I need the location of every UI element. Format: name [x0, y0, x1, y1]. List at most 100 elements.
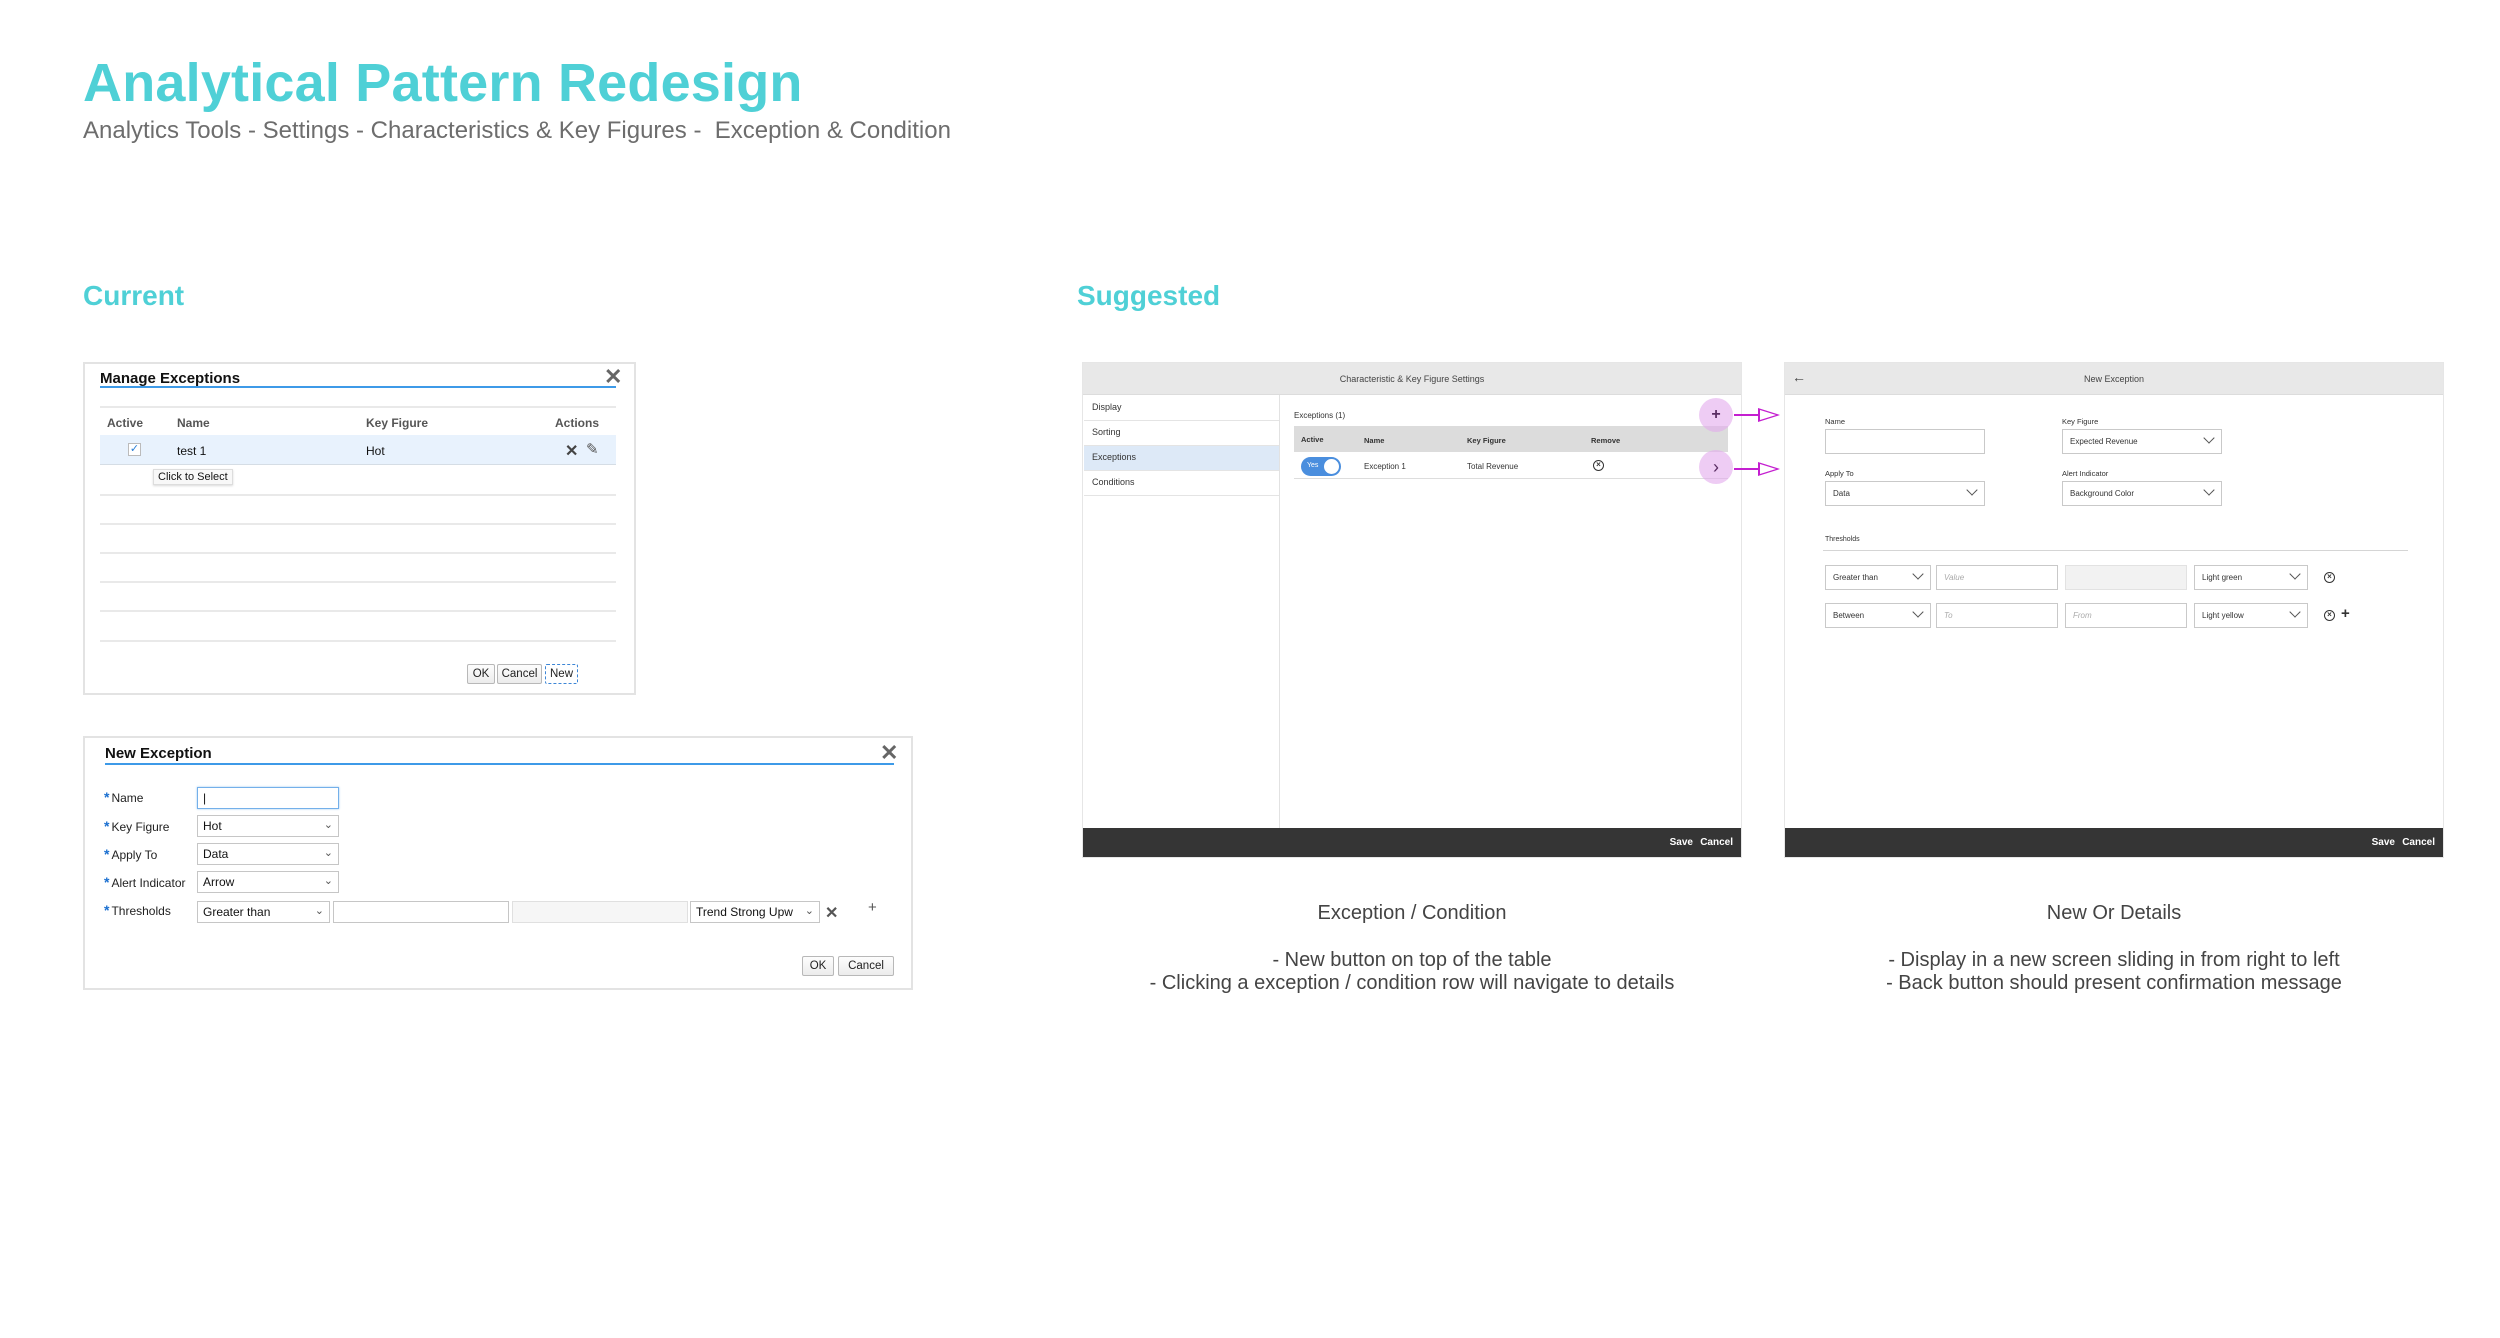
row-name: test 1	[177, 444, 207, 458]
threshold-color-select[interactable]: Light green	[2194, 565, 2308, 590]
title-rule	[105, 763, 894, 765]
settings-panel: Characteristic & Key Figure Settings Dis…	[1082, 362, 1742, 858]
edit-icon[interactable]: ✎	[586, 440, 599, 458]
cancel-button[interactable]: Cancel	[838, 956, 894, 976]
active-toggle[interactable]: Yes	[1301, 457, 1341, 476]
ok-button[interactable]: OK	[467, 664, 495, 684]
caption-bullet: - Display in a new screen sliding in fro…	[1888, 949, 2340, 971]
cancel-button[interactable]: Cancel	[497, 664, 542, 684]
apply-to-label: Apply To	[1825, 469, 1854, 478]
caption-bullet: - New button on top of the table	[1272, 949, 1552, 971]
threshold-color-select[interactable]: Light yellow	[2194, 603, 2308, 628]
delete-icon[interactable]: ✕	[565, 441, 578, 461]
thresholds-label: * Thresholds	[104, 902, 171, 918]
column-header-remove: Remove	[1591, 436, 1621, 445]
alert-indicator-select[interactable]: Arrow ⌄	[197, 871, 339, 893]
threshold-operator-select[interactable]: Between	[1825, 603, 1931, 628]
cancel-button[interactable]: Cancel	[1700, 837, 1733, 848]
nav-item-sorting[interactable]: Sorting	[1084, 421, 1279, 446]
annotation-arrow-head	[1758, 408, 1780, 422]
panel-footer: Save Cancel	[1083, 828, 1741, 857]
nav-item-display[interactable]: Display	[1084, 396, 1279, 421]
row-detail-chevron-icon[interactable]: ›	[1699, 450, 1733, 484]
chevron-down-icon	[1912, 568, 1924, 580]
threshold-value-input[interactable]: Value	[1936, 565, 2058, 590]
title-rule	[100, 386, 616, 388]
key-figure-select[interactable]: Hot ⌄	[197, 815, 339, 837]
chevron-down-icon	[2289, 606, 2301, 618]
chevron-down-icon	[1966, 484, 1978, 496]
page-subtitle: Analytics Tools - Settings - Characteris…	[83, 117, 951, 144]
name-input[interactable]: |	[197, 787, 339, 809]
manage-exceptions-dialog	[83, 362, 636, 695]
threshold-value2-input	[2065, 565, 2187, 590]
panel-header: Characteristic & Key Figure Settings	[1083, 363, 1741, 395]
annotation-arrow-head	[1758, 462, 1780, 476]
row-key-figure: Total Revenue	[1467, 462, 1519, 471]
threshold-operator-select[interactable]: Greater than ⌄	[197, 901, 330, 923]
name-label: Name	[1825, 417, 1846, 426]
alert-indicator-select[interactable]: Background Color	[2062, 481, 2222, 506]
ok-button[interactable]: OK	[802, 956, 834, 976]
key-figure-label: * Key Figure	[104, 818, 170, 834]
remove-threshold-icon[interactable]: ×	[2324, 572, 2335, 583]
save-button[interactable]: Save	[1670, 837, 1693, 848]
name-label: * Name	[104, 789, 144, 805]
panel-title: New Exception	[2083, 373, 2145, 384]
chevron-down-icon: ⌄	[323, 847, 333, 859]
remove-icon[interactable]: ×	[1593, 460, 1604, 471]
new-exception-panel: New Exception ← Name Key Figure Expected…	[1784, 362, 2444, 858]
remove-threshold-icon[interactable]: ✕	[825, 903, 838, 923]
chevron-down-icon: ⌄	[314, 905, 324, 917]
row-key-figure: Hot	[366, 444, 385, 458]
column-header-active: Active	[1301, 435, 1324, 444]
thresholds-divider	[1823, 550, 2408, 551]
add-threshold-icon[interactable]: +	[868, 899, 877, 916]
caption-title: Exception / Condition	[1317, 902, 1507, 924]
panel-footer: Save Cancel	[1785, 828, 2443, 857]
column-header-key-figure: Key Figure	[366, 416, 429, 430]
remove-threshold-icon[interactable]: ×	[2324, 610, 2335, 621]
tooltip: Click to Select	[153, 469, 233, 485]
chevron-down-icon: ⌄	[323, 875, 333, 887]
empty-row-divider	[100, 610, 616, 612]
apply-to-select[interactable]: Data ⌄	[197, 843, 339, 865]
table-header	[1294, 426, 1728, 452]
apply-to-label: * Apply To	[104, 846, 158, 862]
close-icon[interactable]: ✕	[880, 742, 898, 764]
add-threshold-icon[interactable]: +	[2341, 605, 2350, 622]
cancel-button[interactable]: Cancel	[2402, 837, 2435, 848]
caption-bullet: - Back button should present confirmatio…	[1886, 972, 2342, 994]
caption-title: New Or Details	[2046, 902, 2182, 924]
active-checkbox[interactable]: ✓	[128, 443, 141, 456]
chevron-down-icon	[2203, 432, 2215, 444]
column-header-active: Active	[107, 416, 144, 430]
dialog-title: New Exception	[105, 745, 212, 762]
empty-row-divider	[100, 523, 616, 525]
threshold-value-input[interactable]	[333, 901, 509, 923]
divider	[100, 406, 616, 408]
chevron-down-icon: ⌄	[804, 905, 814, 917]
apply-to-select[interactable]: Data	[1825, 481, 1985, 506]
nav-item-exceptions[interactable]: Exceptions	[1084, 446, 1279, 471]
threshold-value2-input	[512, 901, 688, 923]
alert-indicator-label: Alert Indicator	[2062, 469, 2109, 478]
close-icon[interactable]: ✕	[604, 366, 622, 388]
name-input[interactable]	[1825, 429, 1985, 454]
nav-item-conditions[interactable]: Conditions	[1084, 471, 1279, 496]
key-figure-label: Key Figure	[2062, 417, 2099, 426]
chevron-down-icon: ⌄	[323, 819, 333, 831]
caption-new-or-details: New Or Details - Display in a new screen…	[1784, 902, 2444, 995]
add-exception-button[interactable]: +	[1699, 398, 1733, 432]
key-figure-select[interactable]: Expected Revenue	[2062, 429, 2222, 454]
new-button[interactable]: New	[545, 664, 578, 684]
column-header-key-figure: Key Figure	[1467, 436, 1506, 445]
threshold-operator-select[interactable]: Greater than	[1825, 565, 1931, 590]
save-button[interactable]: Save	[2372, 837, 2395, 848]
threshold-from-input[interactable]: From	[2065, 603, 2187, 628]
column-header-actions: Actions	[555, 416, 600, 430]
empty-row-divider	[100, 640, 616, 642]
threshold-indicator-select[interactable]: Trend Strong Upw ⌄	[690, 901, 820, 923]
threshold-to-input[interactable]: To	[1936, 603, 2058, 628]
back-arrow-icon[interactable]: ←	[1792, 369, 1806, 385]
